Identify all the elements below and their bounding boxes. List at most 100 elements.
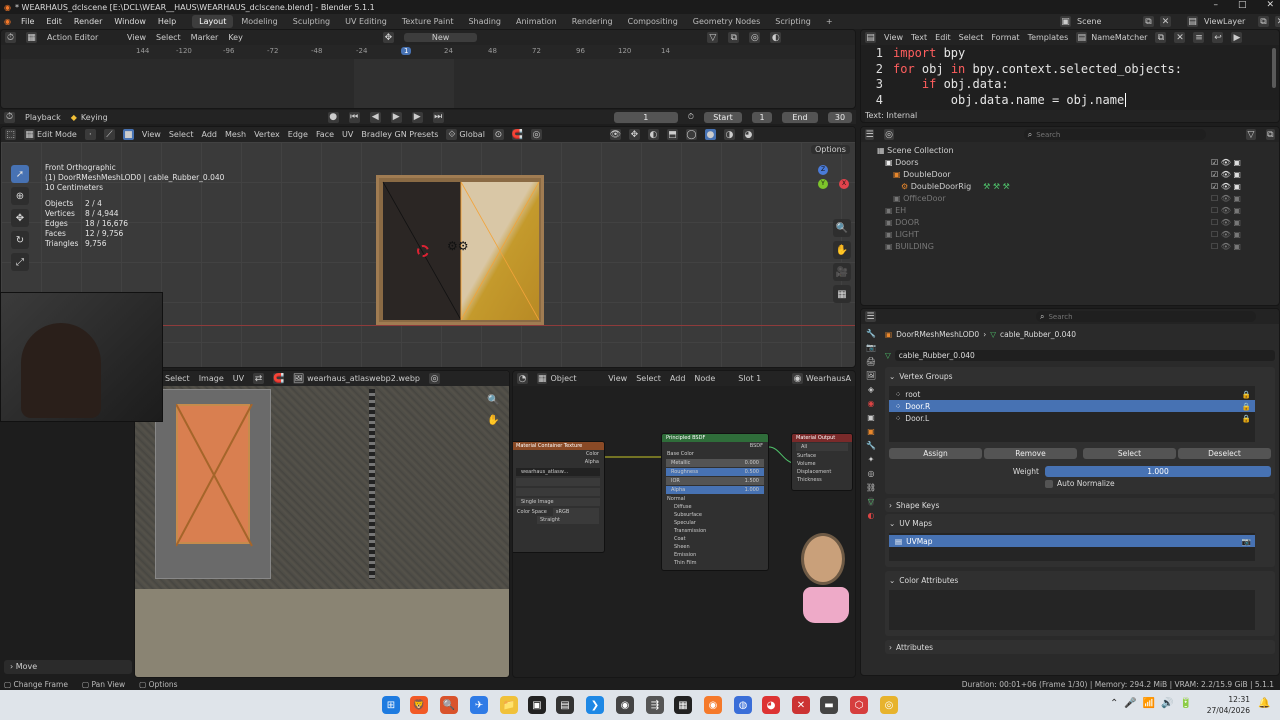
select-tool-icon[interactable]: ➚ (11, 165, 29, 183)
gizmo-icon[interactable]: ✥ (628, 129, 640, 140)
text-menu-view[interactable]: View (884, 33, 903, 42)
proportional-icon[interactable]: ◎ (749, 32, 761, 43)
close-button[interactable]: ✕ (1266, 0, 1274, 10)
next-key-icon[interactable]: ▶ (411, 111, 423, 123)
add-workspace-icon[interactable]: + (819, 15, 840, 28)
viewport-menu-presets[interactable]: Bradley GN Presets (361, 130, 438, 139)
material-output-node[interactable]: Material Output All Surface Volume Displ… (791, 433, 853, 491)
terminal-icon[interactable]: ▤ (556, 696, 574, 714)
wireframe-shading-icon[interactable]: ◯ (685, 129, 697, 140)
auto-normalize-checkbox[interactable] (1045, 479, 1053, 488)
auto-keying-icon[interactable]: ● (327, 111, 339, 123)
principled-bsdf-node[interactable]: Principled BSDF BSDF Base Color Metallic… (661, 433, 769, 571)
start-frame-field[interactable]: 1 (751, 111, 772, 123)
pivot-icon[interactable]: ⊙ (492, 129, 504, 140)
visibility-toggles[interactable]: ☑ 👁 ▣ (1211, 181, 1241, 193)
bsdf-metallic[interactable]: Metallic 0.000 (666, 459, 764, 467)
deselect-button[interactable]: Deselect (1178, 448, 1271, 459)
action-menu-marker[interactable]: Marker (191, 33, 219, 42)
tray-volume-icon[interactable]: 🔊 (1161, 698, 1173, 709)
visibility-toggles[interactable]: ☐ 👁 ▣ (1211, 229, 1241, 241)
data-name-field[interactable]: cable_Rubber_0.040 (894, 349, 1275, 361)
object-tab-icon[interactable]: ▣ (867, 427, 875, 436)
view-layer-tab-icon[interactable]: 🖼 (866, 371, 876, 380)
visibility-toggles[interactable]: ☐ 👁 ▣ (1211, 217, 1241, 229)
3d-cursor-icon[interactable] (417, 245, 429, 257)
tab-shading[interactable]: Shading (461, 15, 508, 28)
lock-icon[interactable]: 🔒 (1242, 414, 1251, 423)
viewport-menu-add[interactable]: Add (202, 130, 218, 139)
camera-icon[interactable]: 📷 (1242, 537, 1251, 546)
uv-editor-area[interactable]: Select Image UV ⇄ 🧲 🖼 wearhaus_atlaswebp… (134, 370, 510, 678)
bsdf-node-header[interactable]: Principled BSDF (662, 434, 768, 442)
blender-taskbar-icon[interactable]: ◉ (704, 696, 722, 714)
attributes-panel[interactable]: › Attributes (885, 640, 1275, 654)
menu-edit[interactable]: Edit (40, 17, 68, 26)
minimize-button[interactable]: – (1213, 0, 1218, 10)
visibility-toggles[interactable]: ☑ 👁 ▣ (1211, 157, 1241, 169)
bsdf-base-color[interactable]: Base Color (662, 450, 768, 458)
viewport-editor-icon[interactable]: ⬚ (5, 129, 16, 140)
app6-icon[interactable]: ✕ (792, 696, 810, 714)
tab-layout[interactable]: Layout (192, 15, 234, 28)
bsdf-alpha[interactable]: Alpha 1.000 (666, 486, 764, 494)
bsdf-output-socket[interactable]: BSDF (662, 442, 768, 450)
text-menu-templates[interactable]: Templates (1028, 33, 1069, 42)
material-shading-icon[interactable]: ◑ (723, 129, 735, 140)
new-text-icon[interactable]: ⧉ (1155, 32, 1167, 43)
edge-select-icon[interactable]: ⟋ (103, 129, 115, 140)
constraints-tab-icon[interactable]: ⛓ (866, 483, 876, 492)
bsdf-specular-panel[interactable]: Specular (662, 519, 768, 527)
bsdf-coat-panel[interactable]: Coat (662, 535, 768, 543)
chrome-icon[interactable]: ◎ (880, 696, 898, 714)
output-target-dropdown[interactable]: All (796, 443, 848, 451)
text-menu-text[interactable]: Text (911, 33, 927, 42)
viewport-menu-vertex[interactable]: Vertex (254, 130, 280, 139)
uv-menu-uv[interactable]: UV (233, 374, 244, 383)
viewport-menu-select[interactable]: Select (169, 130, 194, 139)
tab-texture-paint[interactable]: Texture Paint (395, 15, 461, 28)
clock[interactable]: 12:31 27/04/2026 (1200, 694, 1250, 716)
proportional-edit-icon[interactable]: ◎ (530, 129, 542, 140)
zoom-icon[interactable]: 🔍 (833, 219, 851, 237)
play-icon[interactable]: ▶ (390, 111, 402, 123)
bsdf-sheen-panel[interactable]: Sheen (662, 543, 768, 551)
uv-island-door[interactable] (155, 389, 271, 579)
solid-shading-icon[interactable]: ● (704, 129, 716, 140)
uv-sync-icon[interactable]: ⇄ (253, 373, 265, 384)
text-menu-select[interactable]: Select (959, 33, 984, 42)
delete-scene-icon[interactable]: ✕ (1160, 16, 1171, 27)
gizmo-x[interactable]: X (839, 179, 849, 189)
uv-menu-image[interactable]: Image (199, 374, 224, 383)
modifier-tab-icon[interactable]: 🔧 (866, 441, 876, 450)
editor-type-icon[interactable]: ⏱ (5, 32, 16, 43)
material-output-header[interactable]: Material Output (792, 434, 852, 442)
blender-menu-icon[interactable]: ◉ (0, 17, 15, 26)
uv-menu-select[interactable]: Select (165, 374, 190, 383)
end-frame-label[interactable]: End (781, 111, 818, 123)
bsdf-subsurface-panel[interactable]: Subsurface (662, 511, 768, 519)
select-button[interactable]: Select (1083, 448, 1176, 459)
start-frame-label[interactable]: Start (703, 111, 742, 123)
uv-zoom-icon[interactable]: 🔍 (487, 395, 499, 406)
visibility-toggles[interactable]: ☐ 👁 ▣ (1211, 241, 1241, 253)
uv-pan-icon[interactable]: ✋ (487, 415, 499, 426)
snap-toggle-icon[interactable]: 🧲 (512, 129, 523, 140)
bsdf-diffuse-panel[interactable]: Diffuse (662, 503, 768, 511)
app3-icon[interactable]: ▦ (674, 696, 692, 714)
physics-tab-icon[interactable]: ◎ (868, 469, 875, 478)
keying-menu[interactable]: Keying (81, 113, 108, 122)
material-tab-icon[interactable]: ◐ (868, 511, 875, 520)
bsdf-emission-panel[interactable]: Emission (662, 551, 768, 559)
unlink-text-icon[interactable]: ✕ (1174, 32, 1186, 43)
output-tab-icon[interactable]: 🖨 (866, 357, 876, 366)
app7-icon[interactable]: ▬ (820, 696, 838, 714)
tab-scripting[interactable]: Scripting (768, 15, 818, 28)
action-menu-key[interactable]: Key (228, 33, 243, 42)
menu-window[interactable]: Window (108, 17, 152, 26)
output-displacement-socket[interactable]: Displacement (792, 468, 852, 476)
new-scene-icon[interactable]: ⧉ (1143, 16, 1154, 27)
view-layer-selector[interactable]: ViewLayer (1204, 17, 1252, 26)
code-area[interactable]: 1 import bpy 2 for obj in bpy.context.sele… (861, 45, 1279, 108)
cursor-tool-icon[interactable]: ⊕ (11, 187, 29, 205)
